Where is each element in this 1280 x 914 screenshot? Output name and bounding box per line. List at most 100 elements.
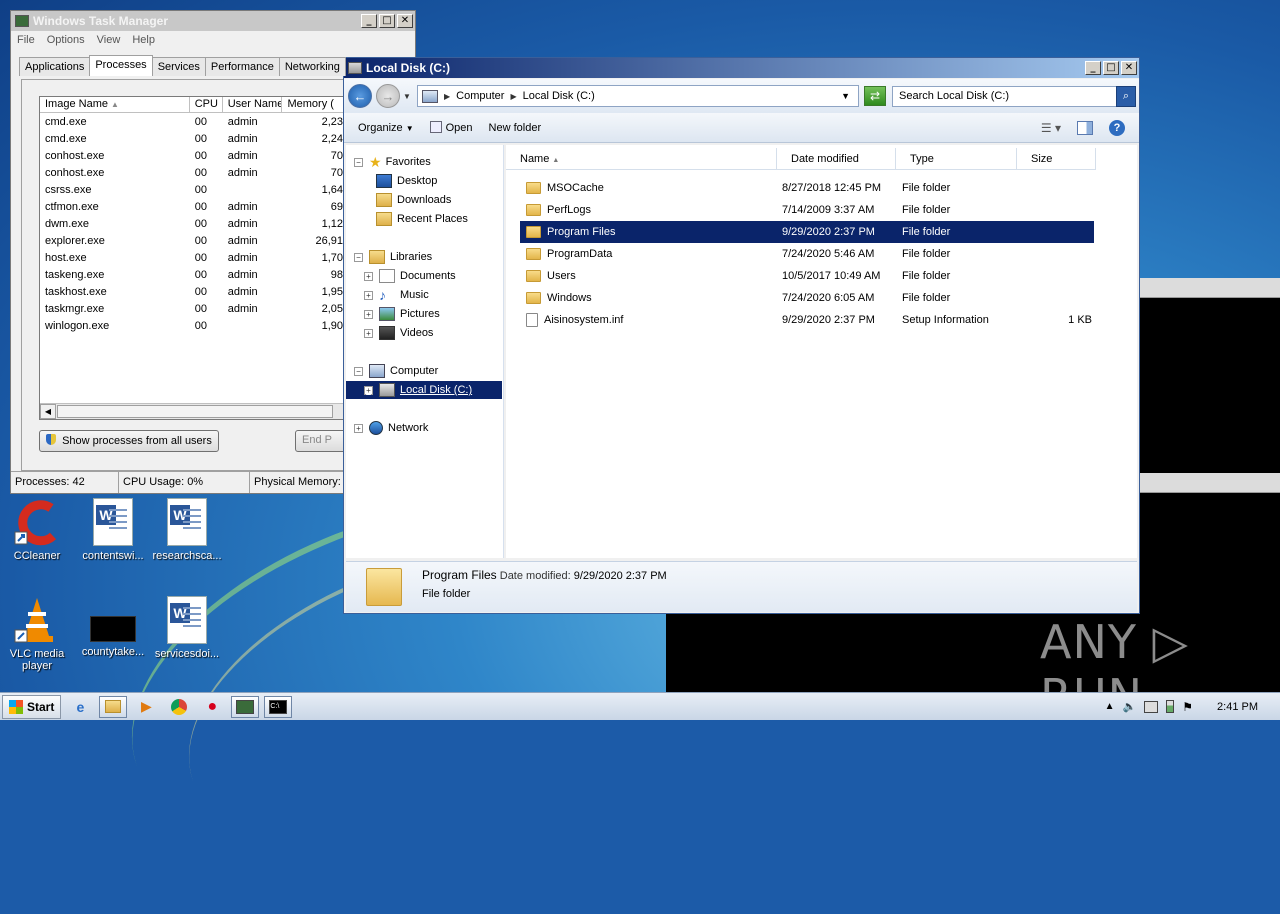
process-row[interactable]: taskhost.exe 00 admin 1,95 xyxy=(40,283,348,300)
nav-documents[interactable]: + Documents xyxy=(364,267,456,285)
cmd-taskbar-icon[interactable]: C:\ xyxy=(264,695,293,718)
desktop-icon-researchsca[interactable]: W researchsca... xyxy=(150,498,224,562)
column-size[interactable]: Size xyxy=(1017,148,1096,169)
refresh-icon[interactable]: ⇄ xyxy=(864,86,886,106)
volume-icon[interactable]: 🔈 xyxy=(1123,700,1137,713)
column-image-name[interactable]: Image Name ▲ xyxy=(40,97,190,112)
expand-icon[interactable]: + xyxy=(364,385,373,395)
minimize-button[interactable]: _ xyxy=(1085,61,1101,75)
scroll-left-arrow-icon[interactable]: ◀ xyxy=(40,404,56,419)
search-input[interactable]: Search Local Disk (C:) ⌕ xyxy=(892,86,1136,107)
network-tray-icon[interactable] xyxy=(1144,700,1159,713)
tab-processes[interactable]: Processes xyxy=(89,55,153,76)
internet-explorer-icon[interactable]: e xyxy=(66,696,94,718)
column-type[interactable]: Type xyxy=(896,148,1017,169)
menu-file[interactable]: File xyxy=(17,34,35,46)
clock[interactable]: 2:41 PM xyxy=(1217,701,1258,713)
nav-desktop[interactable]: Desktop xyxy=(376,172,437,190)
maximize-button[interactable]: □ xyxy=(1103,61,1119,75)
tray-expand-icon[interactable]: ▲ xyxy=(1105,701,1115,712)
process-row[interactable]: dwm.exe 00 admin 1,12 xyxy=(40,215,348,232)
file-row[interactable]: Aisinosystem.inf 9/29/2020 2:37 PM Setup I… xyxy=(520,309,1094,331)
process-row[interactable]: conhost.exe 00 admin 70 xyxy=(40,164,348,181)
column-cpu[interactable]: CPU xyxy=(190,97,223,112)
process-row[interactable]: ctfmon.exe 00 admin 69 xyxy=(40,198,348,215)
expand-icon[interactable]: + xyxy=(354,423,363,433)
column-memory[interactable]: Memory ( xyxy=(282,97,348,112)
tab-networking[interactable]: Networking xyxy=(278,57,346,76)
process-row[interactable]: taskeng.exe 00 admin 98 xyxy=(40,266,348,283)
windows-explorer-icon[interactable] xyxy=(99,695,128,718)
nav-music[interactable]: + ♪ Music xyxy=(364,286,429,304)
process-row[interactable]: taskmgr.exe 00 admin 2,05 xyxy=(40,300,348,317)
address-dropdown-icon[interactable]: ▼ xyxy=(841,91,850,101)
process-row[interactable]: conhost.exe 00 admin 70 xyxy=(40,147,348,164)
process-row[interactable]: csrss.exe 00 1,64 xyxy=(40,181,348,198)
back-button[interactable]: ← xyxy=(348,84,372,108)
process-row[interactable]: winlogon.exe 00 1,90 xyxy=(40,317,348,334)
process-row[interactable]: explorer.exe 00 admin 26,91 xyxy=(40,232,348,249)
collapse-icon[interactable]: − xyxy=(354,157,363,167)
file-row[interactable]: Program Files 9/29/2020 2:37 PM File folde… xyxy=(520,221,1094,243)
task-manager-taskbar-icon[interactable] xyxy=(231,695,260,718)
power-icon[interactable] xyxy=(1166,700,1175,713)
nav-downloads[interactable]: Downloads xyxy=(376,191,451,209)
search-icon[interactable]: ⌕ xyxy=(1116,86,1136,107)
flag-icon[interactable]: ⚑ xyxy=(1182,700,1193,714)
maximize-button[interactable]: □ xyxy=(379,14,395,28)
history-dropdown-icon[interactable]: ▼ xyxy=(403,92,411,101)
breadcrumb-local-disk[interactable]: Local Disk (C:) xyxy=(523,90,595,102)
expand-icon[interactable]: + xyxy=(364,271,373,281)
breadcrumb-arrow-icon[interactable]: ▶ xyxy=(510,92,516,101)
show-all-processes-button[interactable]: Show processes from all users xyxy=(39,430,219,452)
expand-icon[interactable]: + xyxy=(364,309,373,319)
open-button[interactable]: Open xyxy=(429,121,473,134)
desktop-icon-ccleaner[interactable]: CCleaner xyxy=(0,498,74,562)
desktop-icon-servicesdoi[interactable]: W servicesdoi... xyxy=(150,596,224,660)
help-icon[interactable]: ? xyxy=(1109,119,1125,136)
breadcrumb-computer[interactable]: Computer xyxy=(456,90,504,102)
preview-pane-icon[interactable] xyxy=(1077,120,1093,135)
nav-network[interactable]: + Network xyxy=(354,419,428,437)
menu-help[interactable]: Help xyxy=(132,34,155,46)
menu-options[interactable]: Options xyxy=(47,34,85,46)
nav-libraries[interactable]: − Libraries xyxy=(354,248,432,266)
file-row[interactable]: Windows 7/24/2020 6:05 AM File folder xyxy=(520,287,1094,309)
expand-icon[interactable]: + xyxy=(364,328,373,338)
tab-performance[interactable]: Performance xyxy=(204,57,280,76)
process-row[interactable]: cmd.exe 00 admin 2,23 xyxy=(40,113,348,130)
file-row[interactable]: ProgramData 7/24/2020 5:46 AM File folder xyxy=(520,243,1094,265)
nav-favorites[interactable]: − ★ Favorites xyxy=(354,153,431,171)
desktop-icon-contentswi[interactable]: W contentswi... xyxy=(76,498,150,562)
process-row[interactable]: host.exe 00 admin 1,70 xyxy=(40,249,348,266)
menu-view[interactable]: View xyxy=(97,34,121,46)
file-list-area[interactable]: Name ▲ Date modified Type Size MSOCache 8… xyxy=(506,145,1137,558)
explorer-window[interactable]: Local Disk (C:) _ □ ✕ ← → ▼ ▶ Computer ▶… xyxy=(343,57,1140,614)
tab-applications[interactable]: Applications xyxy=(19,57,91,76)
collapse-icon[interactable]: − xyxy=(354,366,363,376)
file-row[interactable]: Users 10/5/2017 10:49 AM File folder xyxy=(520,265,1094,287)
opera-icon[interactable]: ● xyxy=(198,696,226,718)
desktop-icon-countytake[interactable]: countytake... xyxy=(76,596,150,658)
chrome-icon[interactable] xyxy=(165,696,193,718)
process-list[interactable]: Image Name ▲ CPU User Name Memory ( cmd.… xyxy=(39,96,349,420)
tab-services[interactable]: Services xyxy=(151,57,206,76)
column-user-name[interactable]: User Name xyxy=(223,97,283,112)
nav-recent-places[interactable]: Recent Places xyxy=(376,210,468,228)
scrollbar-thumb[interactable] xyxy=(57,405,333,418)
process-row[interactable]: cmd.exe 00 admin 2,24 xyxy=(40,130,348,147)
nav-computer[interactable]: − Computer xyxy=(354,362,438,380)
start-button[interactable]: Start xyxy=(2,694,62,719)
nav-local-disk[interactable]: + Local Disk (C:) xyxy=(346,381,502,399)
desktop-icon-vlc[interactable]: VLC media player xyxy=(0,596,74,672)
breadcrumb-arrow-icon[interactable]: ▶ xyxy=(444,92,450,101)
horizontal-scrollbar[interactable]: ◀ xyxy=(40,403,348,419)
organize-button[interactable]: Organize ▼ xyxy=(358,122,414,134)
file-row[interactable]: PerfLogs 7/14/2009 3:37 AM File folder xyxy=(520,199,1094,221)
new-folder-button[interactable]: New folder xyxy=(489,122,542,134)
nav-pictures[interactable]: + Pictures xyxy=(364,305,440,323)
forward-button[interactable]: → xyxy=(376,84,400,108)
column-date-modified[interactable]: Date modified xyxy=(777,148,896,169)
close-button[interactable]: ✕ xyxy=(397,14,413,28)
task-manager-titlebar[interactable]: Windows Task Manager _ □ ✕ xyxy=(11,11,415,31)
